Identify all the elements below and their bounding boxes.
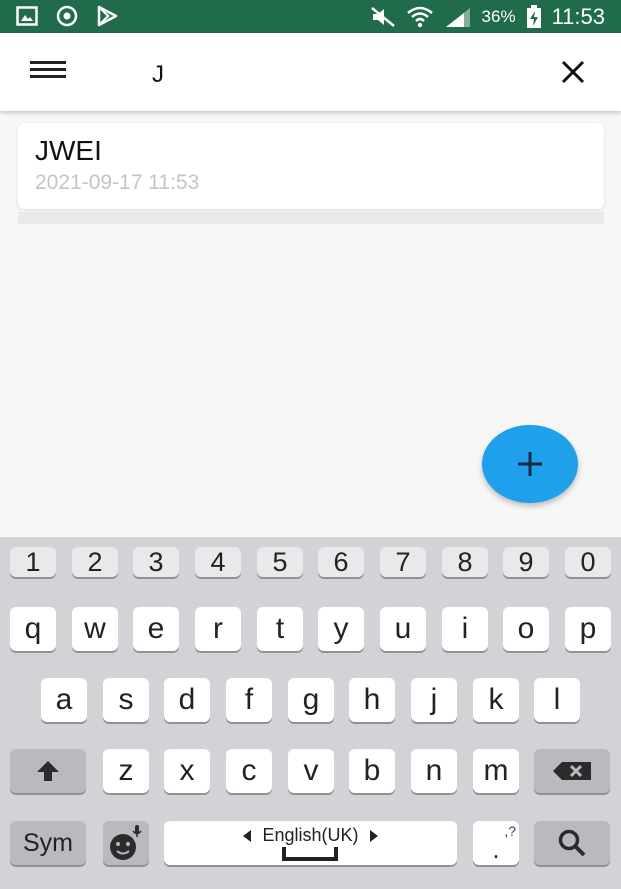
key-c[interactable]: c xyxy=(226,749,272,793)
result-date: 2021-09-17 11:53 xyxy=(35,171,200,194)
space-bar-icon xyxy=(282,847,338,861)
key-v[interactable]: v xyxy=(288,749,334,793)
key-l[interactable]: l xyxy=(534,678,580,722)
space-key[interactable]: English(UK) xyxy=(164,821,457,865)
key-5[interactable]: 5 xyxy=(257,547,303,577)
key-m[interactable]: m xyxy=(473,749,519,793)
key-n[interactable]: n xyxy=(411,749,457,793)
result-card[interactable]: JWEI 2021-09-17 11:53 xyxy=(18,123,604,209)
key-g[interactable]: g xyxy=(288,678,334,722)
key-j[interactable]: j xyxy=(411,678,457,722)
key-s[interactable]: s xyxy=(103,678,149,722)
menu-icon[interactable] xyxy=(30,61,66,83)
key-f[interactable]: f xyxy=(226,678,272,722)
key-r[interactable]: r xyxy=(195,607,241,651)
key-4[interactable]: 4 xyxy=(195,547,241,577)
shift-key[interactable] xyxy=(10,749,86,793)
left-arrow-icon xyxy=(243,829,252,842)
status-bar: 36% 11:53 xyxy=(0,0,621,33)
emoji-mic-icon xyxy=(110,825,142,860)
list-divider xyxy=(18,212,604,224)
key-o[interactable]: o xyxy=(503,607,549,651)
mute-icon xyxy=(370,7,395,27)
sym-key[interactable]: Sym xyxy=(10,821,86,865)
key-6[interactable]: 6 xyxy=(318,547,364,577)
key-q[interactable]: q xyxy=(10,607,56,651)
image-icon xyxy=(16,6,38,26)
battery-charging-icon xyxy=(526,5,541,28)
key-1[interactable]: 1 xyxy=(10,547,56,577)
key-w[interactable]: w xyxy=(72,607,118,651)
key-e[interactable]: e xyxy=(133,607,179,651)
right-arrow-icon xyxy=(369,829,378,842)
key-b[interactable]: b xyxy=(349,749,395,793)
sync-icon xyxy=(56,5,78,27)
key-p[interactable]: p xyxy=(565,607,611,651)
search-input[interactable] xyxy=(152,61,512,89)
backspace-key[interactable] xyxy=(534,749,610,793)
app-bar xyxy=(0,33,621,111)
key-k[interactable]: k xyxy=(473,678,519,722)
search-key[interactable] xyxy=(534,821,610,865)
key-2[interactable]: 2 xyxy=(72,547,118,577)
play-store-icon xyxy=(97,5,118,27)
key-0[interactable]: 0 xyxy=(565,547,611,577)
emoji-key[interactable] xyxy=(103,821,149,865)
battery-percent: 36% xyxy=(481,7,516,26)
plus-icon xyxy=(518,452,542,476)
key-u[interactable]: u xyxy=(380,607,426,651)
shift-arrow-icon xyxy=(37,761,59,781)
key-8[interactable]: 8 xyxy=(442,547,488,577)
punctuation-label: . xyxy=(492,833,500,864)
key-y[interactable]: y xyxy=(318,607,364,651)
key-t[interactable]: t xyxy=(257,607,303,651)
result-title: JWEI xyxy=(35,135,102,166)
key-z[interactable]: z xyxy=(103,749,149,793)
clock: 11:53 xyxy=(551,4,605,29)
signal-icon xyxy=(445,8,470,27)
key-9[interactable]: 9 xyxy=(503,547,549,577)
key-7[interactable]: 7 xyxy=(380,547,426,577)
backspace-icon xyxy=(553,762,591,780)
key-a[interactable]: a xyxy=(41,678,87,722)
keyboard: 1 2 3 4 5 6 7 8 9 0 q w e r t y u i o p … xyxy=(0,537,621,889)
punctuation-hint: ,? xyxy=(504,823,516,839)
search-icon xyxy=(558,829,586,857)
space-language-label: English(UK) xyxy=(262,825,359,845)
add-button[interactable] xyxy=(482,425,578,503)
wifi-icon xyxy=(406,6,433,28)
key-x[interactable]: x xyxy=(164,749,210,793)
key-d[interactable]: d xyxy=(164,678,210,722)
punctuation-key[interactable]: ,? . xyxy=(473,821,519,865)
close-icon[interactable] xyxy=(556,55,590,89)
key-h[interactable]: h xyxy=(349,678,395,722)
key-i[interactable]: i xyxy=(442,607,488,651)
key-3[interactable]: 3 xyxy=(133,547,179,577)
